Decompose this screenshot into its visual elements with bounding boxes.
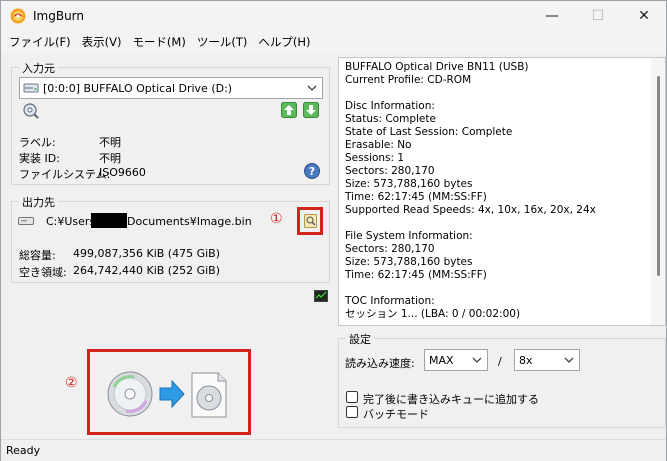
info-line: BUFFALO Optical Drive BN11 (USB) <box>345 61 529 73</box>
destination-path-prefix[interactable]: C:¥Users <box>46 215 95 228</box>
source-drive-select[interactable]: [0:0:0] BUFFALO Optical Drive (D:) <box>19 77 323 99</box>
speed-separator: / <box>498 355 502 368</box>
source-drive-value: [0:0:0] BUFFALO Optical Drive (D:) <box>43 81 233 95</box>
menu-bar: ファイル(F) 表示(V) モード(M) ツール(T) ヘルプ(H) <box>1 31 666 53</box>
redacted-username <box>91 213 127 228</box>
info-line: Current Profile: CD-ROM <box>345 74 472 86</box>
chevron-down-icon <box>564 357 574 363</box>
browse-folder-icon[interactable] <box>304 214 317 228</box>
annotation-one: ① <box>270 211 283 227</box>
label-value: 不明 <box>99 136 121 149</box>
batch-mode-label: バッチモード <box>363 408 429 421</box>
scrollbar-thumb[interactable] <box>657 76 660 276</box>
drive-small-icon <box>18 217 34 225</box>
chevron-down-icon <box>472 357 482 363</box>
info-line: Sessions: 1 <box>345 152 405 164</box>
info-line: Time: 62:17:45 (MM:SS:FF) <box>345 191 487 203</box>
arrow-up-icon[interactable] <box>281 102 297 118</box>
maximize-button[interactable]: ☐ <box>575 1 621 31</box>
disc-info-text: BUFFALO Optical Drive BN11 (USB) Current … <box>339 58 665 321</box>
batch-mode-checkbox[interactable] <box>346 406 358 418</box>
imgburn-window: ImgBurn — ☐ ✕ ファイル(F) 表示(V) モード(M) ツール(T… <box>0 0 667 461</box>
info-line <box>339 282 665 295</box>
read-speed-label: 読み込み速度: <box>345 357 415 370</box>
menu-tools[interactable]: ツール(T) <box>192 32 253 52</box>
log-window-icon[interactable] <box>314 290 328 302</box>
menu-mode[interactable]: モード(M) <box>127 32 190 52</box>
image-file-icon <box>191 372 227 418</box>
settings-group-title: 設定 <box>346 331 374 347</box>
total-capacity-value: 499,087,356 KiB (475 GiB) <box>73 247 220 260</box>
info-line: Size: 573,788,160 bytes <box>345 178 473 190</box>
info-line: State of Last Session: Complete <box>345 126 513 138</box>
read-speed2-select[interactable]: 8x <box>514 349 580 371</box>
imgburn-app-icon <box>10 8 26 24</box>
arrow-right-icon <box>159 379 185 409</box>
read-disc-to-image-button[interactable] <box>104 367 234 421</box>
info-line: Disc Information: <box>345 100 435 112</box>
minimize-button[interactable]: — <box>529 1 575 31</box>
arrow-down-icon[interactable] <box>303 102 319 118</box>
settings-group: 設定 読み込み速度: MAX / 8x 完了後に書き込みキューに追加する バッチ… <box>338 331 666 428</box>
volume-id-key: 実装 ID: <box>19 152 60 165</box>
info-line <box>339 87 665 100</box>
destination-group: 出力先 C:¥Users Documents¥Image.bin ① 総容量: … <box>11 194 330 283</box>
total-capacity-key: 総容量: <box>19 249 56 262</box>
close-button[interactable]: ✕ <box>621 1 667 31</box>
filesystem-value: ISO9660 <box>99 166 146 179</box>
free-space-value: 264,742,440 KiB (252 GiB) <box>73 264 220 277</box>
info-scrollbar[interactable] <box>651 58 665 325</box>
menu-file[interactable]: ファイル(F) <box>4 32 76 52</box>
add-to-queue-label: 完了後に書き込みキューに追加する <box>363 393 539 406</box>
info-line: File System Information: <box>345 230 473 242</box>
annotation-two: ② <box>65 375 78 391</box>
free-space-key: 空き領域: <box>19 266 67 279</box>
info-line: セッション 1... (LBA: 0 / 00:02:00) <box>345 308 521 320</box>
info-line: Sectors: 280,170 <box>345 243 435 255</box>
disc-info-panel[interactable]: BUFFALO Optical Drive BN11 (USB) Current … <box>338 57 666 326</box>
info-line: Status: Complete <box>345 113 436 125</box>
info-line: Supported Read Speeds: 4x, 10x, 16x, 20x… <box>345 204 596 216</box>
status-bar: Ready <box>1 439 666 461</box>
svg-text:?: ? <box>309 165 315 178</box>
info-line: Sectors: 280,170 <box>345 165 435 177</box>
info-line: Size: 573,788,160 bytes <box>345 256 473 268</box>
menu-view[interactable]: 表示(V) <box>77 32 127 52</box>
help-icon[interactable]: ? <box>303 162 321 180</box>
drive-icon <box>23 83 39 93</box>
volume-id-value: 不明 <box>99 152 121 165</box>
label-key: ラベル: <box>19 136 56 149</box>
source-group-title: 入力元 <box>19 60 58 76</box>
chevron-down-icon <box>307 85 317 91</box>
info-line: TOC Information: <box>345 295 435 307</box>
destination-group-title: 出力先 <box>19 194 58 210</box>
menu-help[interactable]: ヘルプ(H) <box>253 32 315 52</box>
status-text: Ready <box>6 444 41 457</box>
disc-icon <box>107 371 153 417</box>
search-disc-icon[interactable] <box>22 102 40 120</box>
info-line <box>339 217 665 230</box>
info-line: Erasable: No <box>345 139 412 151</box>
read-speed-select[interactable]: MAX <box>424 349 488 371</box>
read-speed2-value: 8x <box>519 353 533 367</box>
window-title: ImgBurn <box>33 9 85 23</box>
read-speed-value: MAX <box>429 353 454 367</box>
info-line: Time: 62:17:45 (MM:SS:FF) <box>345 269 487 281</box>
destination-path-suffix[interactable]: Documents¥Image.bin <box>127 215 252 228</box>
source-group: 入力元 [0:0:0] BUFFALO Optical Drive (D:) ラ… <box>11 60 330 185</box>
add-to-queue-checkbox[interactable] <box>346 391 358 403</box>
title-bar: ImgBurn — ☐ ✕ <box>1 1 666 31</box>
filesystem-key: ファイルシステム: <box>19 168 111 181</box>
